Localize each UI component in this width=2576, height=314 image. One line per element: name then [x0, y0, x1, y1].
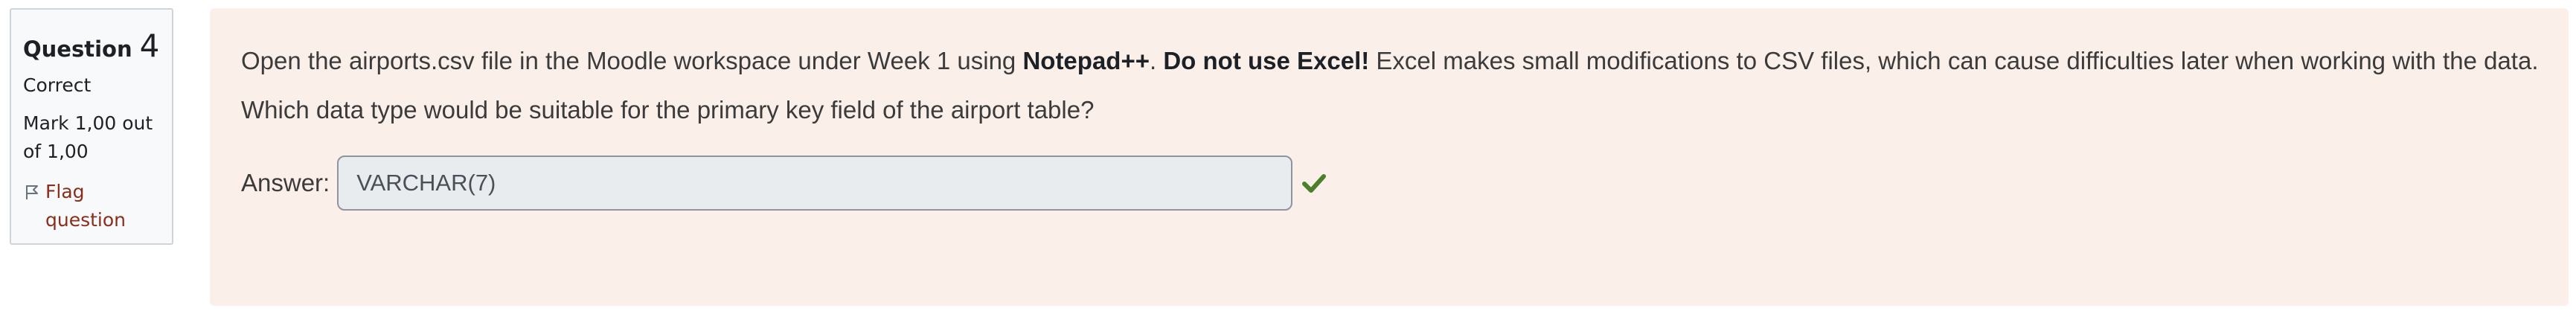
flag-question-link[interactable]: Flag question [23, 178, 160, 234]
question-number-row: Question 4 [23, 28, 160, 64]
answer-row: Answer: [241, 156, 1327, 211]
question-number: 4 [139, 28, 160, 64]
flag-question-label: Flag question [45, 181, 126, 231]
question-text-question: Which data type would be suitable for th… [241, 96, 1095, 124]
answer-label: Answer: [241, 169, 330, 196]
question-grade: Mark 1,00 out of 1,00 [23, 112, 153, 162]
quiz-question-page: Question 4 Correct Mark 1,00 out of 1,00… [0, 0, 2576, 314]
question-text-bold-notepad: Notepad++ [1022, 47, 1150, 74]
question-text-bold-warning: Do not use Excel! [1163, 47, 1370, 74]
question-text: Open the airports.csv file in the Moodle… [241, 36, 2555, 135]
question-text-part2: . [1150, 47, 1164, 74]
question-content: Open the airports.csv file in the Moodle… [210, 8, 2569, 306]
answer-input[interactable] [337, 156, 1293, 211]
question-info-panel: Question 4 Correct Mark 1,00 out of 1,00… [10, 8, 173, 245]
checkmark-icon [1301, 170, 1327, 196]
flag-icon [23, 178, 41, 206]
question-state: Correct [23, 74, 92, 96]
question-text-part3: Excel makes small modifications to CSV f… [1369, 47, 2539, 74]
question-label: Question [23, 36, 132, 62]
question-text-part1: Open the airports.csv file in the Moodle… [241, 47, 1023, 74]
